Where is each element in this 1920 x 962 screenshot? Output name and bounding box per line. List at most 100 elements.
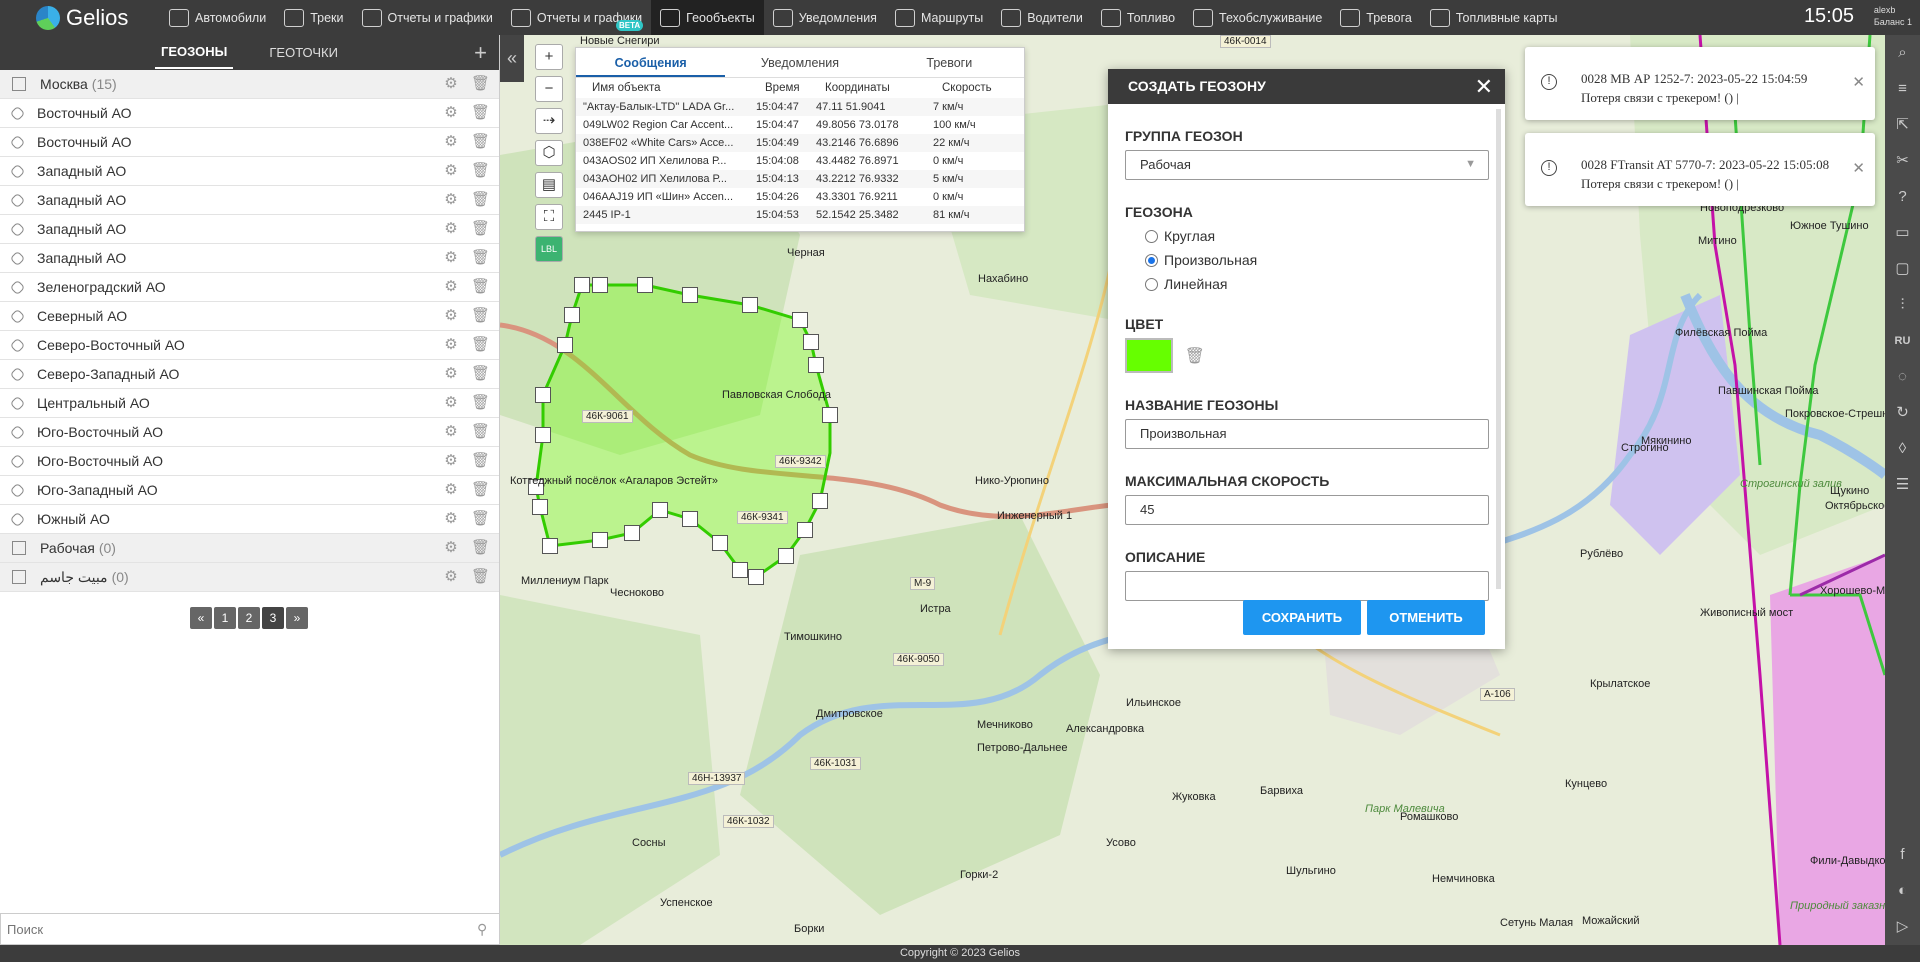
- nav-item-3[interactable]: Отчеты и графики: [353, 0, 502, 35]
- nav-item-9[interactable]: Топливо: [1092, 0, 1184, 35]
- gear-icon[interactable]: ⚙: [443, 337, 459, 353]
- print-icon[interactable]: ▤: [535, 172, 563, 198]
- drop-icon[interactable]: ◊: [1885, 431, 1920, 467]
- polygon-vertex-handle[interactable]: [535, 427, 551, 443]
- nav-item-7[interactable]: Маршруты: [886, 0, 992, 35]
- polygon-vertex-handle[interactable]: [797, 522, 813, 538]
- trash-icon[interactable]: 🗑: [471, 453, 490, 469]
- refresh-icon[interactable]: ↻: [1885, 395, 1920, 431]
- trash-icon[interactable]: 🗑: [471, 279, 490, 295]
- geozone-row[interactable]: Западный АО ⚙ 🗑: [0, 215, 499, 244]
- group-select[interactable]: Рабочая ▼: [1125, 150, 1489, 180]
- message-row[interactable]: 046AAJ19 ИП «Шин» Accen... 15:04:26 43.330…: [576, 188, 1024, 206]
- close-icon[interactable]: ✕: [1475, 69, 1493, 104]
- nav-item-1[interactable]: Автомобили: [160, 0, 275, 35]
- polygon-vertex-handle[interactable]: [624, 525, 640, 541]
- gear-icon[interactable]: ⚙: [443, 540, 459, 556]
- help-icon[interactable]: ?: [1885, 179, 1920, 215]
- trash-icon[interactable]: 🗑: [471, 424, 490, 440]
- language-switch[interactable]: RU: [1885, 323, 1920, 359]
- gear-icon[interactable]: ⚙: [443, 453, 459, 469]
- nav-item-11[interactable]: Тревога: [1331, 0, 1421, 35]
- description-input[interactable]: [1125, 571, 1489, 601]
- add-icon[interactable]: +: [474, 40, 487, 66]
- gear-icon[interactable]: ⚙: [443, 424, 459, 440]
- trash-icon[interactable]: 🗑: [471, 250, 490, 266]
- trash-icon[interactable]: 🗑: [471, 569, 490, 585]
- trash-icon[interactable]: 🗑: [471, 366, 490, 382]
- group-row[interactable]: مبيت جاسم (0) ⚙ 🗑: [0, 563, 499, 592]
- polygon-vertex-handle[interactable]: [637, 277, 653, 293]
- gear-icon[interactable]: ⚙: [443, 569, 459, 585]
- page-button[interactable]: 1: [214, 607, 236, 629]
- dialog-scrollbar[interactable]: [1496, 109, 1501, 589]
- nav-item-6[interactable]: Уведомления: [764, 0, 886, 35]
- polygon-vertex-handle[interactable]: [778, 548, 794, 564]
- gear-icon[interactable]: ⚙: [443, 279, 459, 295]
- tab-alarms[interactable]: Тревоги: [875, 48, 1024, 77]
- geozone-row[interactable]: Западный АО ⚙ 🗑: [0, 157, 499, 186]
- trash-icon[interactable]: 🗑: [471, 76, 490, 92]
- zone-type-radio[interactable]: Линейная: [1145, 276, 1488, 292]
- nav-item-2[interactable]: Треки: [275, 0, 352, 35]
- geozone-row[interactable]: Восточный АО ⚙ 🗑: [0, 99, 499, 128]
- geozone-row[interactable]: Северо-Восточный АО ⚙ 🗑: [0, 331, 499, 360]
- tab-geopoints[interactable]: ГЕОТОЧКИ: [263, 37, 344, 68]
- geozone-row[interactable]: Юго-Восточный АО ⚙ 🗑: [0, 418, 499, 447]
- save-button[interactable]: СОХРАНИТЬ: [1243, 600, 1361, 635]
- gear-icon[interactable]: ⚙: [443, 105, 459, 121]
- search-icon[interactable]: ⌕: [1885, 35, 1920, 71]
- close-icon[interactable]: ✕: [1852, 73, 1865, 92]
- nav-item-5[interactable]: Геообъекты: [651, 0, 764, 35]
- message-row[interactable]: 038EF02 «White Cars» Acce... 15:04:49 43.2…: [576, 134, 1024, 152]
- tools-icon[interactable]: ✂: [1885, 143, 1920, 179]
- color-swatch[interactable]: [1125, 338, 1173, 373]
- geozone-row[interactable]: Юго-Восточный АО ⚙ 🗑: [0, 447, 499, 476]
- group-row[interactable]: Москва (15) ⚙ 🗑: [0, 70, 499, 99]
- apple-icon[interactable]: ◐: [1885, 873, 1920, 909]
- polygon-vertex-handle[interactable]: [682, 287, 698, 303]
- geozone-row[interactable]: Юго-Западный АО ⚙ 🗑: [0, 476, 499, 505]
- tab-messages[interactable]: Сообщения: [576, 48, 726, 77]
- document-icon[interactable]: ▭: [1885, 215, 1920, 251]
- export-icon[interactable]: ⇱: [1885, 107, 1920, 143]
- gear-icon[interactable]: ⚙: [443, 221, 459, 237]
- trash-icon[interactable]: 🗑: [471, 540, 490, 556]
- polygon-vertex-handle[interactable]: [812, 493, 828, 509]
- trash-icon[interactable]: 🗑: [471, 192, 490, 208]
- bulb-icon[interactable]: ◌: [1885, 359, 1920, 395]
- trash-icon[interactable]: 🗑: [471, 308, 490, 324]
- logo[interactable]: Gelios: [0, 5, 160, 31]
- geozone-row[interactable]: Западный АО ⚙ 🗑: [0, 244, 499, 273]
- gear-icon[interactable]: ⚙: [443, 134, 459, 150]
- polygon-vertex-handle[interactable]: [822, 407, 838, 423]
- trash-icon[interactable]: 🗑: [471, 395, 490, 411]
- polygon-vertex-handle[interactable]: [574, 277, 590, 293]
- page-button[interactable]: «: [190, 607, 212, 629]
- polygon-vertex-handle[interactable]: [652, 502, 668, 518]
- notification-2[interactable]: ! 0028 FTransit AT 5770-7: 2023-05-22 15…: [1525, 133, 1875, 206]
- polygon-icon[interactable]: ⬡: [535, 140, 563, 166]
- page-button[interactable]: »: [286, 607, 308, 629]
- nav-item-10[interactable]: Техобслуживание: [1184, 0, 1331, 35]
- fullscreen-icon[interactable]: ⛶: [535, 204, 563, 230]
- trash-icon[interactable]: 🗑: [471, 134, 490, 150]
- polygon-vertex-handle[interactable]: [742, 297, 758, 313]
- gear-icon[interactable]: ⚙: [443, 366, 459, 382]
- measure-icon[interactable]: ⇢: [535, 108, 563, 134]
- polygon-vertex-handle[interactable]: [542, 538, 558, 554]
- polygon-vertex-handle[interactable]: [712, 535, 728, 551]
- menu-icon[interactable]: ≡: [1885, 71, 1920, 107]
- trash-icon[interactable]: 🗑: [471, 337, 490, 353]
- trash-icon[interactable]: 🗑: [471, 511, 490, 527]
- geozone-row[interactable]: Северо-Западный АО ⚙ 🗑: [0, 360, 499, 389]
- gear-icon[interactable]: ⚙: [443, 76, 459, 92]
- polygon-vertex-handle[interactable]: [535, 387, 551, 403]
- collapse-panel-button[interactable]: «: [500, 35, 524, 82]
- geozone-row[interactable]: Восточный АО ⚙ 🗑: [0, 128, 499, 157]
- list-icon[interactable]: ☰: [1885, 467, 1920, 503]
- gear-icon[interactable]: ⚙: [443, 192, 459, 208]
- geozone-row[interactable]: Центральный АО ⚙ 🗑: [0, 389, 499, 418]
- cancel-button[interactable]: ОТМЕНИТЬ: [1367, 600, 1485, 635]
- geozone-row[interactable]: Западный АО ⚙ 🗑: [0, 186, 499, 215]
